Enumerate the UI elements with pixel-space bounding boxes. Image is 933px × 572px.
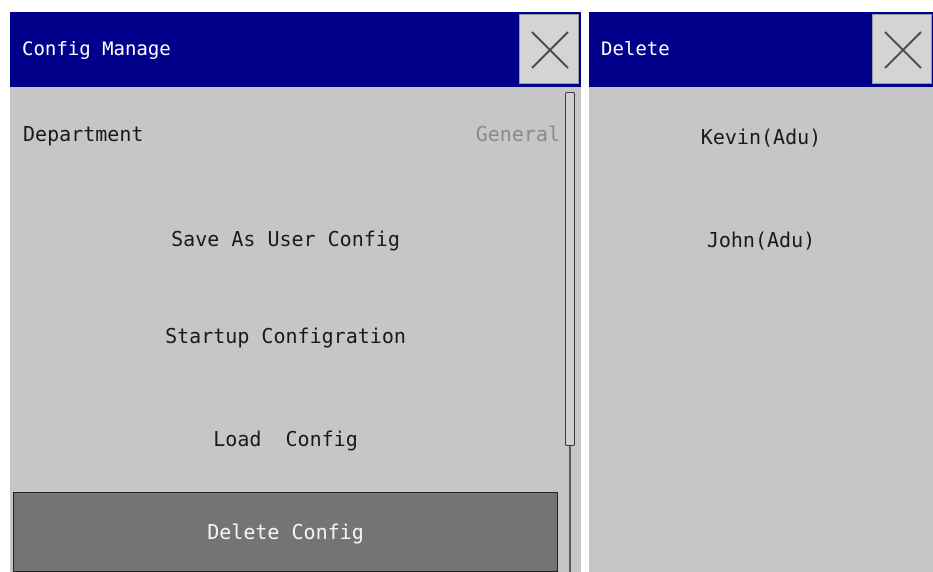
delete-close-button[interactable] xyxy=(872,14,932,84)
config-manage-dialog: Config Manage Department General Save As… xyxy=(10,12,581,572)
config-list-item-kevin[interactable]: Kevin(Adu) xyxy=(589,125,933,149)
save-as-user-config-button[interactable]: Save As User Config xyxy=(10,227,561,251)
load-config-button[interactable]: Load Config xyxy=(10,427,561,451)
close-icon xyxy=(884,31,922,69)
scrollbar-track xyxy=(569,446,571,572)
department-value: General xyxy=(475,122,560,146)
close-icon xyxy=(531,31,569,69)
dialog-divider xyxy=(581,12,589,572)
delete-config-button[interactable]: Delete Config xyxy=(13,492,558,572)
config-manage-close-button[interactable] xyxy=(519,14,579,84)
config-list-item-john[interactable]: John(Adu) xyxy=(589,228,933,252)
department-label: Department xyxy=(23,122,144,146)
delete-title: Delete xyxy=(601,38,670,60)
delete-dialog: Delete Kevin(Adu) John(Adu) xyxy=(589,12,933,572)
config-manage-title: Config Manage xyxy=(22,38,171,60)
scrollbar-thumb[interactable] xyxy=(565,92,575,446)
scrollbar[interactable] xyxy=(565,92,575,572)
config-manage-titlebar: Config Manage xyxy=(10,12,581,87)
startup-configuration-button[interactable]: Startup Configration xyxy=(10,324,561,348)
screen: Config Manage Department General Save As… xyxy=(0,0,933,572)
delete-titlebar: Delete xyxy=(589,12,933,87)
